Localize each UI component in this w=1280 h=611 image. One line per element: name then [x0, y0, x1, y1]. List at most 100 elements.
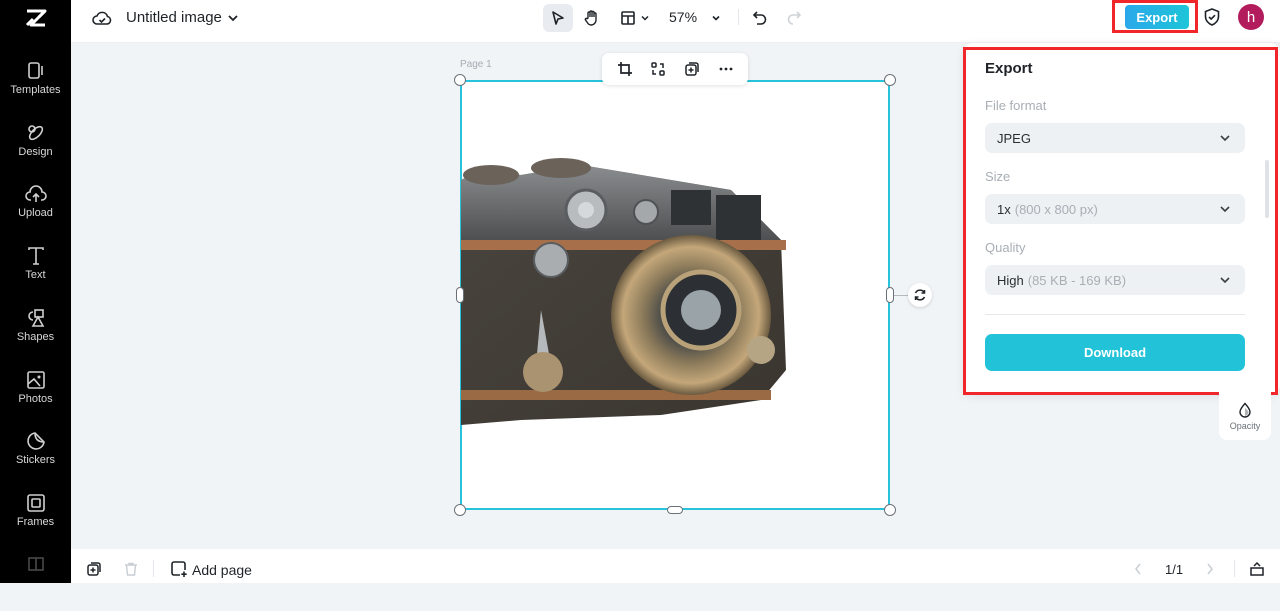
export-panel-title: Export [985, 60, 1033, 77]
redo-icon [787, 11, 802, 25]
select-tool-button[interactable] [543, 4, 573, 32]
page-counter: 1/1 [1165, 562, 1184, 577]
resize-handle-bottom-right[interactable] [884, 504, 896, 516]
hand-icon [584, 10, 597, 26]
text-icon [27, 247, 44, 265]
file-format-label: File format [985, 98, 1047, 113]
sidebar-item-upload[interactable]: Upload [0, 183, 71, 239]
upload-icon [24, 185, 47, 202]
quality-select[interactable]: High (85 KB - 169 KB) [985, 265, 1245, 295]
left-sidebar: Templates Design Upload Text Shapes Phot… [0, 0, 71, 583]
chevron-down-icon [1220, 135, 1230, 142]
crop-button[interactable] [615, 59, 635, 79]
divider [153, 560, 154, 577]
download-button[interactable]: Download [985, 334, 1245, 371]
shield-check-icon[interactable] [1202, 7, 1222, 27]
top-toolbar: Untitled image 57% Export h [71, 0, 1280, 43]
more-horizontal-icon [719, 67, 733, 71]
chevron-down-icon [1220, 206, 1230, 213]
sidebar-item-label: Templates [10, 84, 61, 96]
crop-icon [618, 62, 632, 76]
duplicate-page-icon [87, 562, 101, 576]
chevron-right-icon [1207, 563, 1213, 575]
undo-icon [752, 11, 767, 25]
replace-button[interactable] [648, 59, 668, 79]
next-page-button[interactable] [1201, 560, 1219, 578]
document-title[interactable]: Untitled image [126, 9, 222, 26]
quality-value: High [997, 272, 1024, 288]
sidebar-item-stickers[interactable]: Stickers [0, 430, 71, 486]
sidebar-item-design[interactable]: Design [0, 122, 71, 178]
divider [1234, 560, 1235, 577]
chevron-down-icon [712, 15, 720, 21]
sidebar-item-label: Upload [18, 207, 53, 219]
add-page-label[interactable]: Add page [192, 562, 252, 578]
sidebar-item-text[interactable]: Text [0, 245, 71, 301]
resize-handle-top-right[interactable] [884, 74, 896, 86]
file-format-select[interactable]: JPEG [985, 123, 1245, 153]
size-label: Size [985, 169, 1011, 184]
export-button[interactable]: Export [1125, 5, 1189, 29]
frames-icon [26, 494, 45, 512]
apps-icon [27, 557, 44, 571]
cloud-saved-icon[interactable] [92, 8, 112, 28]
delete-page-button[interactable] [122, 560, 140, 578]
resize-handle-left[interactable] [456, 287, 464, 303]
quality-label: Quality [985, 240, 1026, 255]
sidebar-item-frames[interactable]: Frames [0, 492, 71, 548]
zoom-dropdown-button[interactable] [706, 4, 726, 32]
page-panel-toggle[interactable] [1248, 560, 1266, 578]
sidebar-item-more[interactable] [0, 555, 71, 611]
quality-detail: (85 KB - 169 KB) [1027, 272, 1127, 288]
chevron-down-icon[interactable] [227, 12, 239, 24]
previous-page-button[interactable] [1129, 560, 1147, 578]
stickers-icon [26, 432, 45, 450]
page-label: Page 1 [460, 59, 492, 70]
duplicate-button[interactable] [682, 59, 702, 79]
divider [738, 9, 739, 25]
zoom-level[interactable]: 57% [669, 9, 697, 25]
more-options-button[interactable] [716, 59, 736, 79]
opacity-button[interactable]: Opacity [1219, 392, 1271, 440]
pages-expand-icon [1250, 561, 1264, 576]
undo-button[interactable] [749, 4, 771, 32]
opacity-drop-icon [1239, 401, 1251, 418]
opacity-label: Opacity [1229, 420, 1261, 431]
camera-image[interactable] [461, 150, 791, 430]
resize-handle-bottom[interactable] [667, 506, 683, 514]
size-value: 1x [997, 201, 1011, 217]
duplicate-page-button[interactable] [85, 560, 103, 578]
rotate-icon [914, 289, 926, 301]
sidebar-item-label: Stickers [15, 454, 56, 466]
capcut-logo[interactable] [0, 0, 71, 36]
sidebar-item-label: Text [25, 269, 46, 281]
shapes-icon [27, 309, 44, 327]
sidebar-item-label: Photos [18, 393, 53, 405]
logo-icon [25, 9, 46, 27]
layout-menu-button[interactable] [615, 4, 655, 32]
bottom-bar: Add page 1/1 [71, 549, 1280, 583]
trash-icon [125, 562, 137, 576]
size-select[interactable]: 1x (800 x 800 px) [985, 194, 1245, 224]
chevron-left-icon [1135, 563, 1141, 575]
user-avatar[interactable]: h [1238, 4, 1264, 30]
file-format-value: JPEG [997, 130, 1031, 146]
sidebar-item-label: Frames [16, 516, 55, 528]
hand-tool-button[interactable] [577, 4, 607, 32]
replace-icon [651, 62, 665, 76]
resize-handle-top-left[interactable] [454, 74, 466, 86]
sidebar-item-templates[interactable]: Templates [0, 60, 71, 116]
redo-button[interactable] [783, 4, 805, 32]
resize-handle-bottom-left[interactable] [454, 504, 466, 516]
add-page-button[interactable] [170, 560, 188, 578]
duplicate-icon [685, 62, 699, 76]
element-floating-toolbar [602, 53, 748, 85]
chevron-down-icon [1220, 277, 1230, 284]
templates-icon [27, 62, 43, 79]
panel-scrollbar[interactable] [1265, 160, 1269, 218]
resize-handle-right[interactable] [886, 287, 894, 303]
photos-icon [26, 371, 45, 389]
sidebar-item-shapes[interactable]: Shapes [0, 307, 71, 363]
sidebar-item-photos[interactable]: Photos [0, 369, 71, 425]
rotate-handle[interactable] [908, 283, 932, 307]
